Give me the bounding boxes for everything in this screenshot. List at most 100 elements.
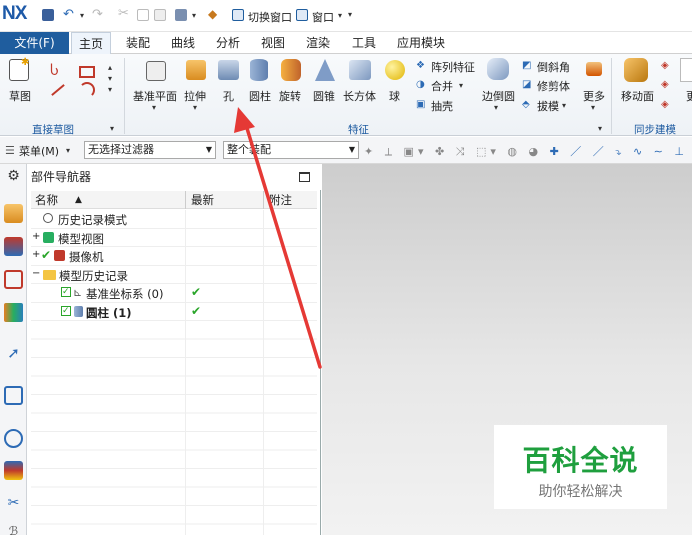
pattern-feature-icon[interactable]: ❖ — [416, 60, 425, 71]
column-latest[interactable]: 最新 — [191, 191, 214, 209]
trim-body-icon[interactable]: ◪ — [522, 79, 531, 90]
part-icon[interactable] — [175, 9, 187, 21]
line-icon[interactable] — [51, 84, 65, 96]
save-icon[interactable] — [42, 9, 54, 21]
reuse-library-icon[interactable] — [4, 303, 23, 322]
process-studio-icon[interactable]: ✂ — [4, 495, 23, 514]
part-navigator-icon[interactable] — [4, 270, 23, 289]
clock-icon[interactable] — [4, 429, 23, 448]
chamfer-button[interactable]: 倒斜角 — [537, 59, 570, 75]
sketch-scroll-icon[interactable]: ▴ ▾ ▾ — [108, 62, 112, 95]
tab-analysis[interactable]: 分析 — [209, 32, 247, 54]
window-button[interactable]: 窗口 — [312, 9, 334, 25]
sync-small-icon-2[interactable]: ◈ — [661, 79, 669, 90]
snap-toolbar-icons[interactable]: ✦ ⟂ ▣▾ ✤ ⤨ ⬚▾ ◍ ◕ ✚ ／ ／ ⤵ ∿ ∼ ⊥ ⊙ — [364, 143, 692, 159]
shell-icon[interactable]: ▣ — [416, 99, 425, 110]
copy-icon[interactable] — [137, 9, 149, 21]
extrude-icon[interactable] — [186, 60, 206, 80]
rectangle-icon[interactable] — [79, 66, 95, 78]
ribbon-cut-label[interactable]: 更 — [686, 88, 692, 104]
window-icon[interactable] — [296, 9, 308, 21]
more-dropdown[interactable]: ▾ — [591, 103, 595, 112]
part-dropdown-icon[interactable]: ▾ — [192, 11, 196, 20]
trim-body-button[interactable]: 修剪体 — [537, 78, 570, 94]
sync-small-icon-3[interactable]: ◈ — [661, 99, 669, 110]
cone-icon[interactable] — [315, 59, 335, 81]
unite-dropdown[interactable]: ▾ — [459, 81, 463, 90]
chamfer-icon[interactable]: ◩ — [522, 60, 531, 71]
sort-ascending-icon[interactable]: ▲ — [75, 191, 82, 209]
hole-icon[interactable] — [218, 60, 239, 80]
tab-home[interactable]: 主页 — [71, 32, 112, 55]
menu-icon[interactable]: ☰ — [5, 144, 15, 157]
checkbox-icon[interactable]: ✓ — [61, 305, 71, 316]
ribbon-overflow-box[interactable] — [680, 58, 692, 82]
tab-view[interactable]: 视图 — [254, 32, 292, 54]
edge-blend-icon[interactable] — [487, 58, 509, 80]
cylinder-icon[interactable] — [250, 59, 268, 81]
expand-toggle[interactable]: − — [32, 268, 40, 279]
unite-icon[interactable]: ◑ — [416, 79, 425, 90]
unite-button[interactable]: 合并 — [431, 78, 453, 94]
history-icon[interactable] — [4, 386, 23, 405]
tab-app-modules[interactable]: 应用模块 — [390, 32, 452, 54]
sync-small-icon-1[interactable]: ◈ — [661, 60, 669, 71]
edge-blend-dropdown[interactable]: ▾ — [494, 103, 498, 112]
arc-icon[interactable] — [79, 82, 95, 98]
direct-sketch-group-dropdown[interactable]: ▾ — [110, 124, 114, 133]
menu-dropdown-icon[interactable]: ▾ — [66, 146, 70, 155]
settings-icon[interactable]: ⚙ — [4, 168, 23, 187]
visible-check-icon[interactable]: ✔ — [41, 248, 51, 262]
block-icon[interactable] — [349, 60, 371, 80]
datum-plane-button[interactable]: 基准平面 — [133, 88, 177, 104]
draft-icon[interactable]: ⬘ — [522, 99, 530, 110]
cut-icon[interactable]: ✂ — [118, 6, 129, 21]
window-dropdown-icon[interactable]: ▾ — [338, 11, 342, 20]
assembly-navigator-icon[interactable] — [4, 204, 23, 223]
pattern-feature-button[interactable]: 阵列特征 — [431, 59, 475, 75]
draft-dropdown[interactable]: ▾ — [562, 101, 566, 110]
hole-button[interactable]: 孔 — [223, 88, 234, 104]
tab-assembly[interactable]: 装配 — [119, 32, 157, 54]
profile-icon[interactable]: Ⴑ — [50, 63, 59, 79]
cone-button[interactable]: 圆锥 — [313, 88, 335, 104]
more-icon[interactable] — [586, 62, 602, 76]
extrude-dropdown[interactable]: ▾ — [193, 103, 197, 112]
tab-curve[interactable]: 曲线 — [164, 32, 202, 54]
paste-icon[interactable] — [154, 9, 166, 21]
more-button[interactable]: 更多 — [583, 88, 605, 104]
undo-dropdown-icon[interactable]: ▾ — [80, 11, 84, 20]
sketch-button[interactable]: 草图 — [9, 88, 31, 104]
sphere-button[interactable]: 球 — [389, 88, 400, 104]
shell-button[interactable]: 抽壳 — [431, 98, 453, 114]
type-filter-select[interactable]: 无选择过滤器 ▼ — [84, 141, 216, 159]
checkbox-icon[interactable]: ✓ — [61, 287, 71, 297]
roles-icon[interactable]: ℬ — [4, 524, 23, 535]
web-browser-icon[interactable]: ➚ — [4, 344, 23, 363]
expand-toggle[interactable]: + — [32, 231, 40, 242]
extrude-button[interactable]: 拉伸 — [184, 88, 206, 104]
sphere-icon[interactable] — [385, 60, 405, 80]
feature-group-dropdown[interactable]: ▾ — [598, 124, 602, 133]
sketch-icon[interactable]: ✱ — [9, 57, 29, 81]
block-button[interactable]: 长方体 — [343, 88, 376, 104]
move-face-icon[interactable] — [624, 58, 648, 82]
revolve-icon[interactable] — [281, 59, 301, 81]
touch-mode-icon[interactable]: ◆ — [208, 7, 217, 21]
qat-more-icon[interactable]: ▾ — [348, 10, 352, 19]
system-materials-icon[interactable] — [4, 461, 23, 480]
cylinder-button[interactable]: 圆柱 — [249, 88, 271, 104]
redo-icon[interactable]: ↷ — [92, 7, 103, 22]
tab-file[interactable]: 文件(F) — [0, 32, 69, 54]
column-name[interactable]: 名称 — [35, 191, 58, 209]
tab-tools[interactable]: 工具 — [345, 32, 383, 54]
move-face-button[interactable]: 移动面 — [621, 88, 654, 104]
expand-toggle[interactable]: + — [32, 249, 40, 260]
switch-window-button[interactable]: 切换窗口 — [248, 9, 292, 25]
draft-button[interactable]: 拔模 — [537, 98, 559, 114]
tab-render[interactable]: 渲染 — [299, 32, 337, 54]
constraint-navigator-icon[interactable] — [4, 237, 23, 256]
edge-blend-button[interactable]: 边倒圆 — [482, 88, 515, 104]
undo-icon[interactable]: ↶ — [63, 7, 74, 22]
revolve-button[interactable]: 旋转 — [279, 88, 301, 104]
